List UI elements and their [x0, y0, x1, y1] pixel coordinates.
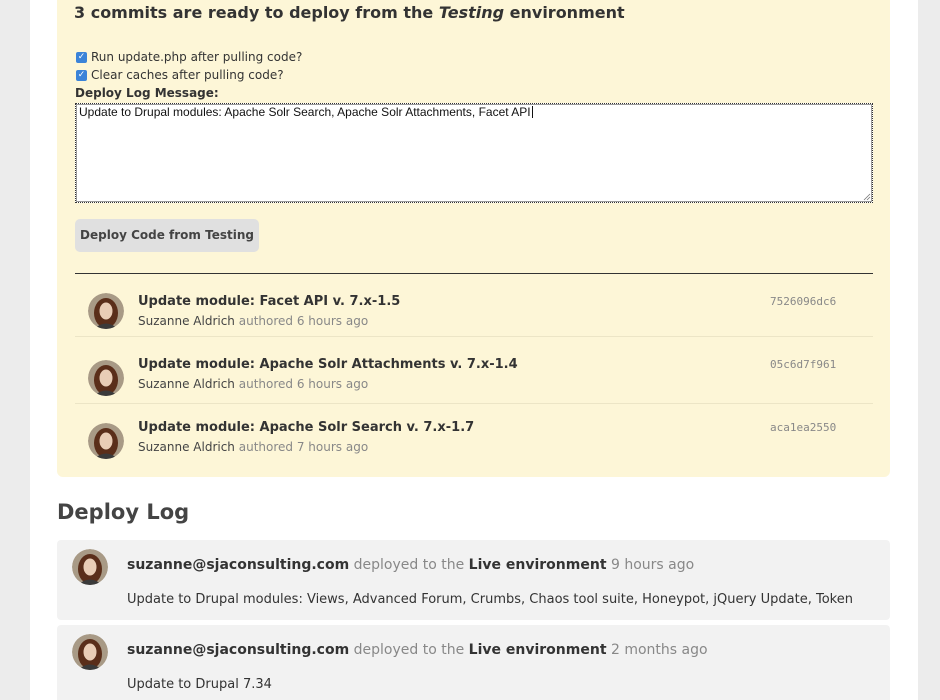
- run-update-label: Run update.php after pulling code?: [91, 50, 303, 64]
- user-avatar: [88, 423, 124, 459]
- commit-hash: aca1ea2550: [770, 421, 837, 434]
- user-avatar: [88, 293, 124, 329]
- deploy-log-heading: Deploy Log: [57, 500, 190, 524]
- deploy-heading: 3 commits are ready to deploy from the T…: [74, 3, 625, 22]
- deploy-code-button[interactable]: Deploy Code from Testing: [75, 219, 259, 252]
- deploy-log-entry: suzanne@sjaconsulting.com deployed to th…: [57, 625, 890, 700]
- log-message: Update to Drupal 7.34: [127, 677, 272, 692]
- run-update-option[interactable]: ✓ Run update.php after pulling code?: [76, 50, 302, 64]
- commit-item: Update module: Apache Solr Search v. 7.x…: [75, 404, 873, 467]
- commit-author: Suzanne Aldrich: [138, 440, 235, 454]
- commit-hash: 7526096dc6: [770, 295, 837, 308]
- commit-hash: 05c6d7f961: [770, 358, 837, 371]
- log-user: suzanne@sjaconsulting.com: [127, 642, 350, 658]
- user-avatar: [88, 360, 124, 396]
- log-action: deployed to the: [353, 642, 465, 658]
- run-update-checkbox[interactable]: ✓: [76, 51, 87, 63]
- log-action: deployed to the: [353, 557, 465, 573]
- text-caret: [531, 106, 533, 118]
- commit-item: Update module: Apache Solr Attachments v…: [75, 341, 873, 404]
- commit-time: 6 hours ago: [296, 377, 369, 391]
- deploy-heading-text: 3 commits are ready to deploy from the: [74, 3, 434, 22]
- log-target: Live environment: [468, 557, 607, 573]
- commit-author: Suzanne Aldrich: [138, 314, 235, 328]
- commit-title[interactable]: Update module: Apache Solr Search v. 7.x…: [138, 420, 474, 435]
- commit-author: Suzanne Aldrich: [138, 377, 235, 391]
- deploy-message-label: Deploy Log Message:: [75, 86, 219, 100]
- resize-grip-icon[interactable]: [863, 193, 871, 201]
- deploy-panel: 3 commits are ready to deploy from the T…: [57, 0, 890, 477]
- log-time: 9 hours ago: [610, 557, 695, 573]
- page-content: 3 commits are ready to deploy from the T…: [30, 0, 918, 700]
- clear-caches-label: Clear caches after pulling code?: [91, 68, 284, 82]
- commit-time: 6 hours ago: [296, 314, 369, 328]
- commit-meta: Suzanne Aldrich authored 6 hours ago: [138, 377, 368, 391]
- commit-meta: Suzanne Aldrich authored 7 hours ago: [138, 440, 368, 454]
- deploy-log-entry: suzanne@sjaconsulting.com deployed to th…: [57, 540, 890, 620]
- log-time: 2 months ago: [610, 642, 708, 658]
- commit-meta: Suzanne Aldrich authored 6 hours ago: [138, 314, 368, 328]
- log-message: Update to Drupal modules: Views, Advance…: [127, 592, 853, 607]
- log-entry-header: suzanne@sjaconsulting.com deployed to th…: [127, 642, 708, 658]
- commit-authored: authored: [238, 377, 294, 391]
- user-avatar: [72, 634, 108, 670]
- commit-item: Update module: Facet API v. 7.x-1.5 Suza…: [75, 274, 873, 337]
- commit-authored: authored: [238, 314, 294, 328]
- log-target: Live environment: [468, 642, 607, 658]
- clear-caches-checkbox[interactable]: ✓: [76, 69, 87, 81]
- clear-caches-option[interactable]: ✓ Clear caches after pulling code?: [76, 68, 284, 82]
- commit-title[interactable]: Update module: Facet API v. 7.x-1.5: [138, 294, 400, 309]
- deploy-heading-env: Testing: [438, 3, 505, 22]
- deploy-message-textarea[interactable]: Update to Drupal modules: Apache Solr Se…: [75, 103, 873, 203]
- commit-title[interactable]: Update module: Apache Solr Attachments v…: [138, 357, 518, 372]
- user-avatar: [72, 549, 108, 585]
- log-user: suzanne@sjaconsulting.com: [127, 557, 350, 573]
- log-entry-header: suzanne@sjaconsulting.com deployed to th…: [127, 557, 694, 573]
- deploy-message-value: Update to Drupal modules: Apache Solr Se…: [79, 105, 531, 119]
- deploy-heading-suffix: environment: [509, 3, 625, 22]
- commit-time: 7 hours ago: [296, 440, 369, 454]
- commit-authored: authored: [238, 440, 294, 454]
